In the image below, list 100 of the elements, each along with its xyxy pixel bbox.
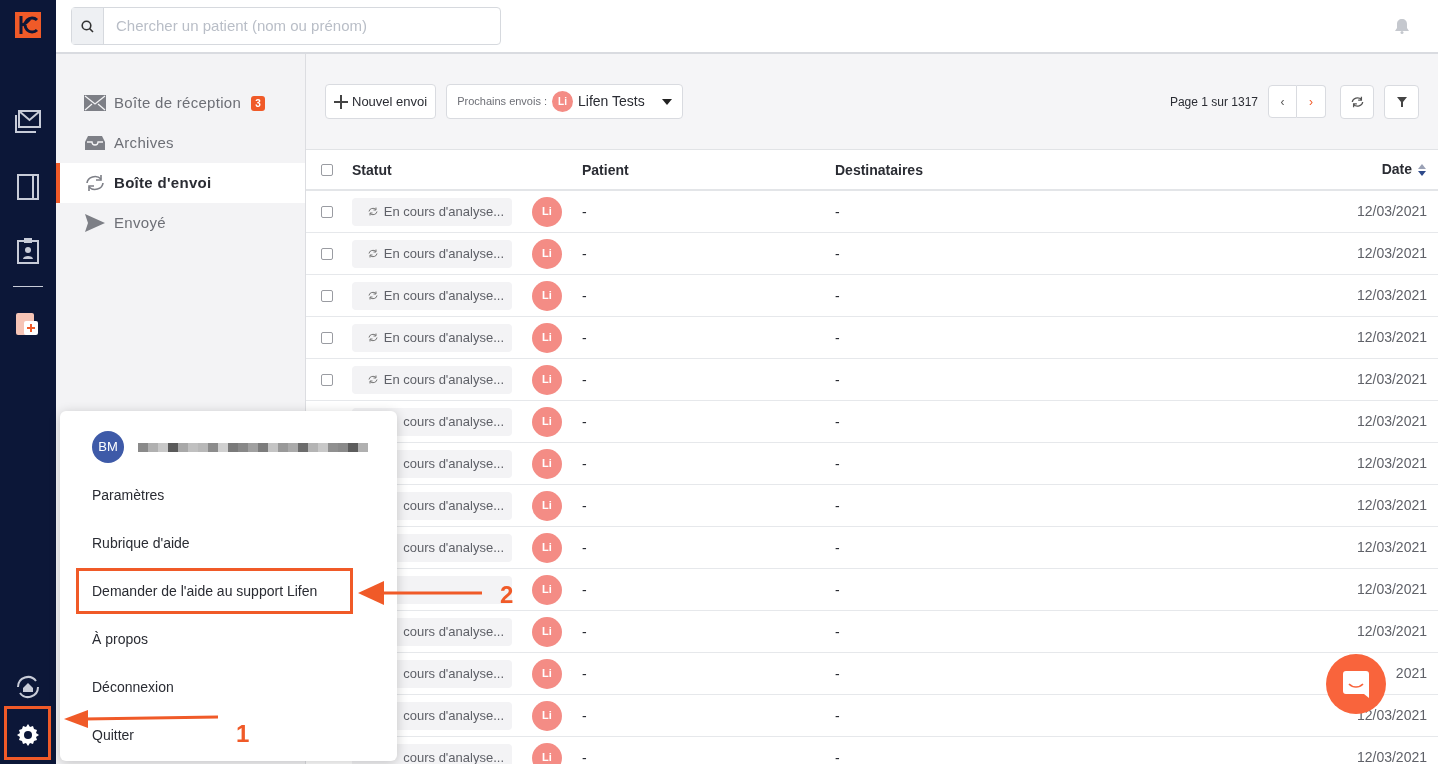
row-checkbox[interactable] (321, 289, 333, 302)
sync-icon (367, 333, 378, 342)
date-cell-text: 12/03/2021 (1356, 202, 1427, 221)
status-badge: En cours d'analyse... (352, 365, 512, 394)
table-cell: - (835, 245, 840, 262)
menu-item[interactable]: Paramètres (92, 484, 165, 506)
table-cell: - (582, 665, 587, 682)
row-checkbox[interactable] (321, 205, 333, 218)
avatar: Li (552, 91, 574, 112)
date-cell-text: 12/03/2021 (1356, 748, 1427, 764)
previous-page-button[interactable]: ‹ (1268, 85, 1297, 118)
avatar: Li (532, 700, 562, 731)
table-cell: - (582, 245, 587, 262)
table-cell: - (582, 371, 587, 388)
chat-icon (1343, 670, 1369, 698)
sidebar-item[interactable]: Envoyé (56, 203, 305, 243)
book-icon[interactable] (17, 174, 39, 200)
menu-item[interactable]: À propos (92, 628, 149, 650)
date-cell-text: 12/03/2021 (1356, 412, 1427, 431)
highlight-frame (4, 706, 51, 760)
mail-icon[interactable] (15, 110, 41, 134)
table-cell: - (835, 371, 840, 388)
new-send-button[interactable]: Nouvel envoi (325, 84, 437, 119)
table-cell: - (582, 413, 587, 430)
menu-item[interactable]: Déconnexion (92, 676, 174, 698)
table-cell: - (835, 665, 840, 682)
send-icon (85, 214, 105, 232)
user-avatar: BM (92, 431, 124, 463)
clipboard-icon[interactable] (17, 238, 39, 264)
filter-icon (1396, 96, 1407, 107)
avatar: Li (532, 280, 562, 311)
step-number: 2 (500, 580, 514, 610)
avatar: Li (532, 406, 562, 437)
date-cell-text: 2021 (1395, 664, 1427, 683)
date-cell-text: 12/03/2021 (1356, 706, 1427, 725)
column-header[interactable]: Date (1381, 159, 1412, 180)
table-cell: - (582, 707, 587, 724)
date-cell-text: 12/03/2021 (1356, 580, 1427, 599)
document-plus-icon[interactable] (16, 311, 40, 337)
sidebar-item[interactable]: Boîte de réception 3 (56, 83, 305, 123)
table-cell: - (835, 749, 840, 764)
date-cell-text: 12/03/2021 (1356, 286, 1427, 305)
table-cell: - (582, 581, 587, 598)
menu-item[interactable]: Quitter (92, 724, 134, 746)
sidebar-item[interactable]: Boîte d'envoi (56, 163, 305, 203)
sync-home-icon[interactable] (15, 675, 41, 699)
sidebar-item[interactable]: Archives (56, 123, 305, 163)
menu-item[interactable]: Demander de l'aide au support Lifen (76, 568, 353, 614)
table-cell: - (835, 455, 840, 472)
avatar: Li (532, 364, 562, 395)
row-checkbox[interactable] (321, 331, 333, 344)
column-header: Statut (352, 161, 392, 178)
page-indicator: Page 1 sur 1317 (1169, 93, 1258, 111)
table-cell: - (582, 329, 587, 346)
avatar: Li (532, 196, 562, 227)
row-checkbox[interactable] (321, 373, 333, 386)
avatar: Li (532, 742, 562, 764)
refresh-button[interactable] (1340, 84, 1374, 119)
next-page-button[interactable]: › (1297, 85, 1326, 118)
table-cell: - (582, 455, 587, 472)
date-cell-text: 12/03/2021 (1356, 454, 1427, 473)
table-cell: - (582, 203, 587, 220)
envelope-icon (84, 95, 106, 111)
table-cell: - (582, 497, 587, 514)
avatar: Li (532, 574, 562, 605)
count-badge: 3 (251, 95, 265, 111)
filter-button[interactable] (1384, 84, 1419, 119)
status-badge: En cours d'analyse... (352, 281, 512, 310)
date-cell-text: 12/03/2021 (1356, 244, 1427, 263)
table-cell: - (835, 623, 840, 640)
status-badge: En cours d'analyse... (352, 197, 512, 226)
table-cell: - (582, 539, 587, 556)
sort-icon[interactable] (1418, 163, 1426, 176)
settings-icon[interactable] (16, 723, 40, 747)
row-checkbox[interactable] (321, 247, 333, 260)
avatar: Li (532, 238, 562, 269)
table-cell: - (835, 539, 840, 556)
select-all-checkbox[interactable] (321, 163, 333, 176)
step-number: 1 (236, 719, 250, 749)
table-cell: - (582, 749, 587, 764)
date-cell-text: 12/03/2021 (1356, 538, 1427, 557)
status-badge: En cours d'analyse... (352, 239, 512, 268)
caret-icon (661, 98, 672, 105)
date-cell-text: 12/03/2021 (1356, 496, 1427, 515)
table-cell: - (835, 581, 840, 598)
sync-icon (85, 174, 105, 192)
table-cell: - (835, 203, 840, 220)
refresh-icon (1350, 95, 1364, 108)
next-sends-dropdown[interactable]: Prochains envois : Li Lifen Tests (446, 84, 683, 119)
table-cell: - (835, 413, 840, 430)
menu-item[interactable]: Rubrique d'aide (92, 532, 190, 554)
table-cell: - (835, 329, 840, 346)
date-cell-text: 12/03/2021 (1356, 370, 1427, 389)
avatar: Li (532, 532, 562, 563)
avatar: Li (532, 616, 562, 647)
table-cell: - (835, 707, 840, 724)
avatar: Li (532, 490, 562, 521)
status-badge: En cours d'analyse... (352, 323, 512, 352)
logo-icon[interactable] (15, 12, 41, 38)
avatar: Li (532, 322, 562, 353)
